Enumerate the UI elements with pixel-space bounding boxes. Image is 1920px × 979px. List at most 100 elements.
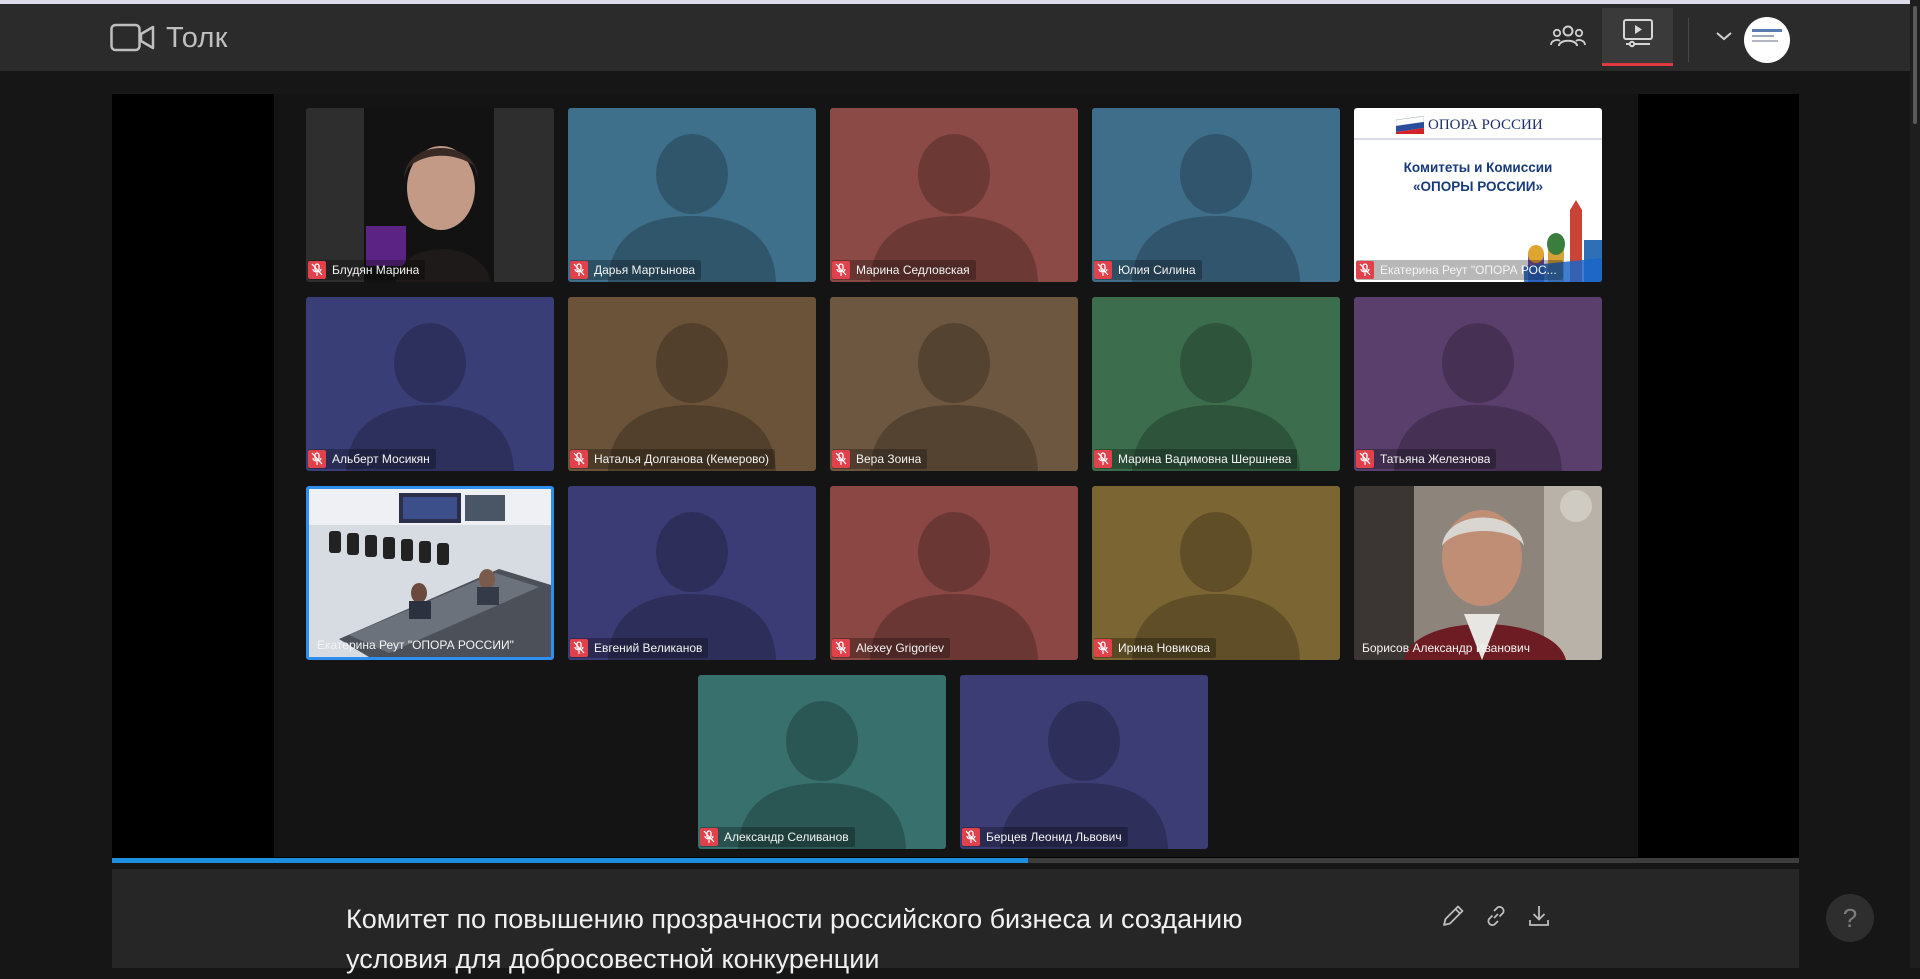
participant-name-tag: Дарья Мартынова bbox=[570, 260, 702, 280]
avatar-placeholder-icon bbox=[1092, 486, 1340, 660]
page-scrollbar[interactable] bbox=[1910, 0, 1920, 968]
conference-room-feed bbox=[309, 489, 551, 657]
mic-muted-icon bbox=[570, 639, 588, 657]
participants-button[interactable] bbox=[1546, 16, 1590, 60]
participant-tile[interactable]: Татьяна Железнова bbox=[1354, 297, 1602, 471]
mic-muted-icon bbox=[1356, 450, 1374, 468]
participant-tile[interactable]: Берцев Леонид Львович bbox=[960, 675, 1208, 849]
participant-tile[interactable]: Марина Вадимовна Шершнева bbox=[1092, 297, 1340, 471]
participant-name: Блудян Марина bbox=[332, 263, 420, 277]
participant-name-tag: Альберт Мосикян bbox=[308, 449, 436, 469]
participant-name-tag: Юлия Силина bbox=[1094, 260, 1202, 280]
mic-muted-icon bbox=[700, 828, 718, 846]
avatar-placeholder-icon bbox=[1354, 297, 1602, 471]
participant-tile[interactable]: Марина Седловская bbox=[830, 108, 1078, 282]
avatar-placeholder-icon bbox=[960, 675, 1208, 849]
participant-name-tag: Александр Селиванов bbox=[700, 827, 855, 847]
participant-name: Евгений Великанов bbox=[594, 641, 703, 655]
participant-name-tag: Берцев Леонид Львович bbox=[962, 827, 1128, 847]
participant-tile[interactable]: Юлия Силина bbox=[1092, 108, 1340, 282]
participant-name-tag: Вера Зоина bbox=[832, 449, 928, 469]
participant-tile[interactable]: Борисов Александр Иванович bbox=[1354, 486, 1602, 660]
participant-tile[interactable]: Дарья Мартынова bbox=[568, 108, 816, 282]
top-bar: Толк bbox=[0, 0, 1920, 71]
presentation-button[interactable] bbox=[1602, 8, 1673, 66]
participant-name: Татьяна Железнова bbox=[1380, 452, 1491, 466]
avatar[interactable] bbox=[1744, 17, 1790, 63]
app-logo[interactable]: Толк bbox=[110, 20, 228, 56]
participant-name: Екатерина Реут "ОПОРА РОС... bbox=[1380, 263, 1557, 277]
participant-name: Борисов Александр Иванович bbox=[1362, 641, 1530, 655]
participant-tile[interactable]: Екатерина Реут "ОПОРА РОССИИ" bbox=[306, 486, 554, 660]
participant-name: Дарья Мартынова bbox=[594, 263, 696, 277]
participant-name-tag: Наталья Долганова (Кемерово) bbox=[570, 449, 776, 469]
pencil-icon bbox=[1440, 903, 1466, 934]
copy-link-button[interactable] bbox=[1481, 903, 1511, 933]
chevron-down-icon bbox=[1715, 29, 1733, 47]
mic-muted-icon bbox=[1094, 450, 1112, 468]
mic-muted-icon bbox=[1094, 639, 1112, 657]
avatar-logo-mark bbox=[1752, 29, 1782, 32]
mic-muted-icon bbox=[832, 450, 850, 468]
mic-muted-icon bbox=[308, 450, 326, 468]
avatar-placeholder-icon bbox=[1092, 108, 1340, 282]
playback-progress-fill bbox=[112, 858, 1029, 863]
presentation-icon bbox=[1622, 18, 1654, 53]
participant-name: Ирина Новикова bbox=[1118, 641, 1211, 655]
participant-name: Юлия Силина bbox=[1118, 263, 1196, 277]
participant-tile[interactable]: Наталья Долганова (Кемерово) bbox=[568, 297, 816, 471]
participant-name: Вера Зоина bbox=[856, 452, 922, 466]
participant-tile[interactable]: Alexey Grigoriev bbox=[830, 486, 1078, 660]
participant-tile[interactable]: Ирина Новикова bbox=[1092, 486, 1340, 660]
participant-name-tag: Alexey Grigoriev bbox=[832, 638, 951, 658]
participant-name-tag: Блудян Марина bbox=[308, 260, 426, 280]
avatar-logo-line bbox=[1752, 40, 1778, 42]
webcam-feed bbox=[1354, 486, 1602, 660]
webcam-feed bbox=[306, 108, 554, 282]
mic-muted-icon bbox=[832, 639, 850, 657]
mic-muted-icon bbox=[962, 828, 980, 846]
meeting-title: Комитет по повышению прозрачности россий… bbox=[346, 904, 1243, 974]
scrollbar-thumb[interactable] bbox=[1913, 6, 1917, 124]
participant-name: Альберт Мосикян bbox=[332, 452, 430, 466]
playback-progress[interactable] bbox=[112, 858, 1799, 863]
participant-tile[interactable]: Александр Селиванов bbox=[698, 675, 946, 849]
participant-name-tag: Екатерина Реут "ОПОРА РОССИИ" bbox=[311, 635, 520, 655]
avatar-logo-line bbox=[1752, 35, 1774, 37]
participant-tile[interactable]: Евгений Великанов bbox=[568, 486, 816, 660]
participant-name-tag: Евгений Великанов bbox=[570, 638, 709, 658]
russia-flag-icon bbox=[1396, 116, 1424, 134]
app-name: Толк bbox=[166, 21, 228, 54]
participant-name: Екатерина Реут "ОПОРА РОССИИ" bbox=[317, 638, 514, 652]
participant-name-tag: Борисов Александр Иванович bbox=[1356, 638, 1536, 658]
participant-tile[interactable]: Блудян Марина bbox=[306, 108, 554, 282]
mic-muted-icon bbox=[1094, 261, 1112, 279]
shared-slide: ОПОРА РОССИИ Комитеты и Комиссии «ОПОРЫ РО… bbox=[1354, 108, 1602, 282]
participant-name-tag: Ирина Новикова bbox=[1094, 638, 1217, 658]
camera-icon bbox=[110, 22, 156, 54]
participant-tile[interactable]: Альберт Мосикян bbox=[306, 297, 554, 471]
participant-name: Марина Вадимовна Шершнева bbox=[1118, 452, 1292, 466]
link-icon bbox=[1483, 903, 1509, 934]
account-menu-toggle[interactable] bbox=[1712, 16, 1736, 60]
toolbar-divider bbox=[1688, 18, 1689, 62]
participant-name: Alexey Grigoriev bbox=[856, 641, 945, 655]
mic-muted-icon bbox=[308, 261, 326, 279]
avatar-placeholder-icon bbox=[830, 108, 1078, 282]
mic-muted-icon bbox=[1356, 261, 1374, 279]
avatar-placeholder-icon bbox=[568, 486, 816, 660]
avatar-placeholder-icon bbox=[830, 297, 1078, 471]
participant-name: Наталья Долганова (Кемерово) bbox=[594, 452, 770, 466]
participant-name-tag: Марина Седловская bbox=[832, 260, 976, 280]
mic-muted-icon bbox=[570, 261, 588, 279]
avatar-placeholder-icon bbox=[306, 297, 554, 471]
mic-muted-icon bbox=[570, 450, 588, 468]
edit-button[interactable] bbox=[1438, 903, 1468, 933]
participant-tile[interactable]: Вера Зоина bbox=[830, 297, 1078, 471]
participant-tile[interactable]: ОПОРА РОССИИ Комитеты и Комиссии «ОПОРЫ РО… bbox=[1354, 108, 1602, 282]
participant-name-tag: Татьяна Железнова bbox=[1356, 449, 1497, 469]
help-button[interactable]: ? bbox=[1826, 894, 1874, 942]
avatar-placeholder-icon bbox=[1092, 297, 1340, 471]
video-grid: Блудян Марина Дарья Мартынова Марина Седло… bbox=[274, 94, 1638, 857]
download-button[interactable] bbox=[1524, 903, 1554, 933]
